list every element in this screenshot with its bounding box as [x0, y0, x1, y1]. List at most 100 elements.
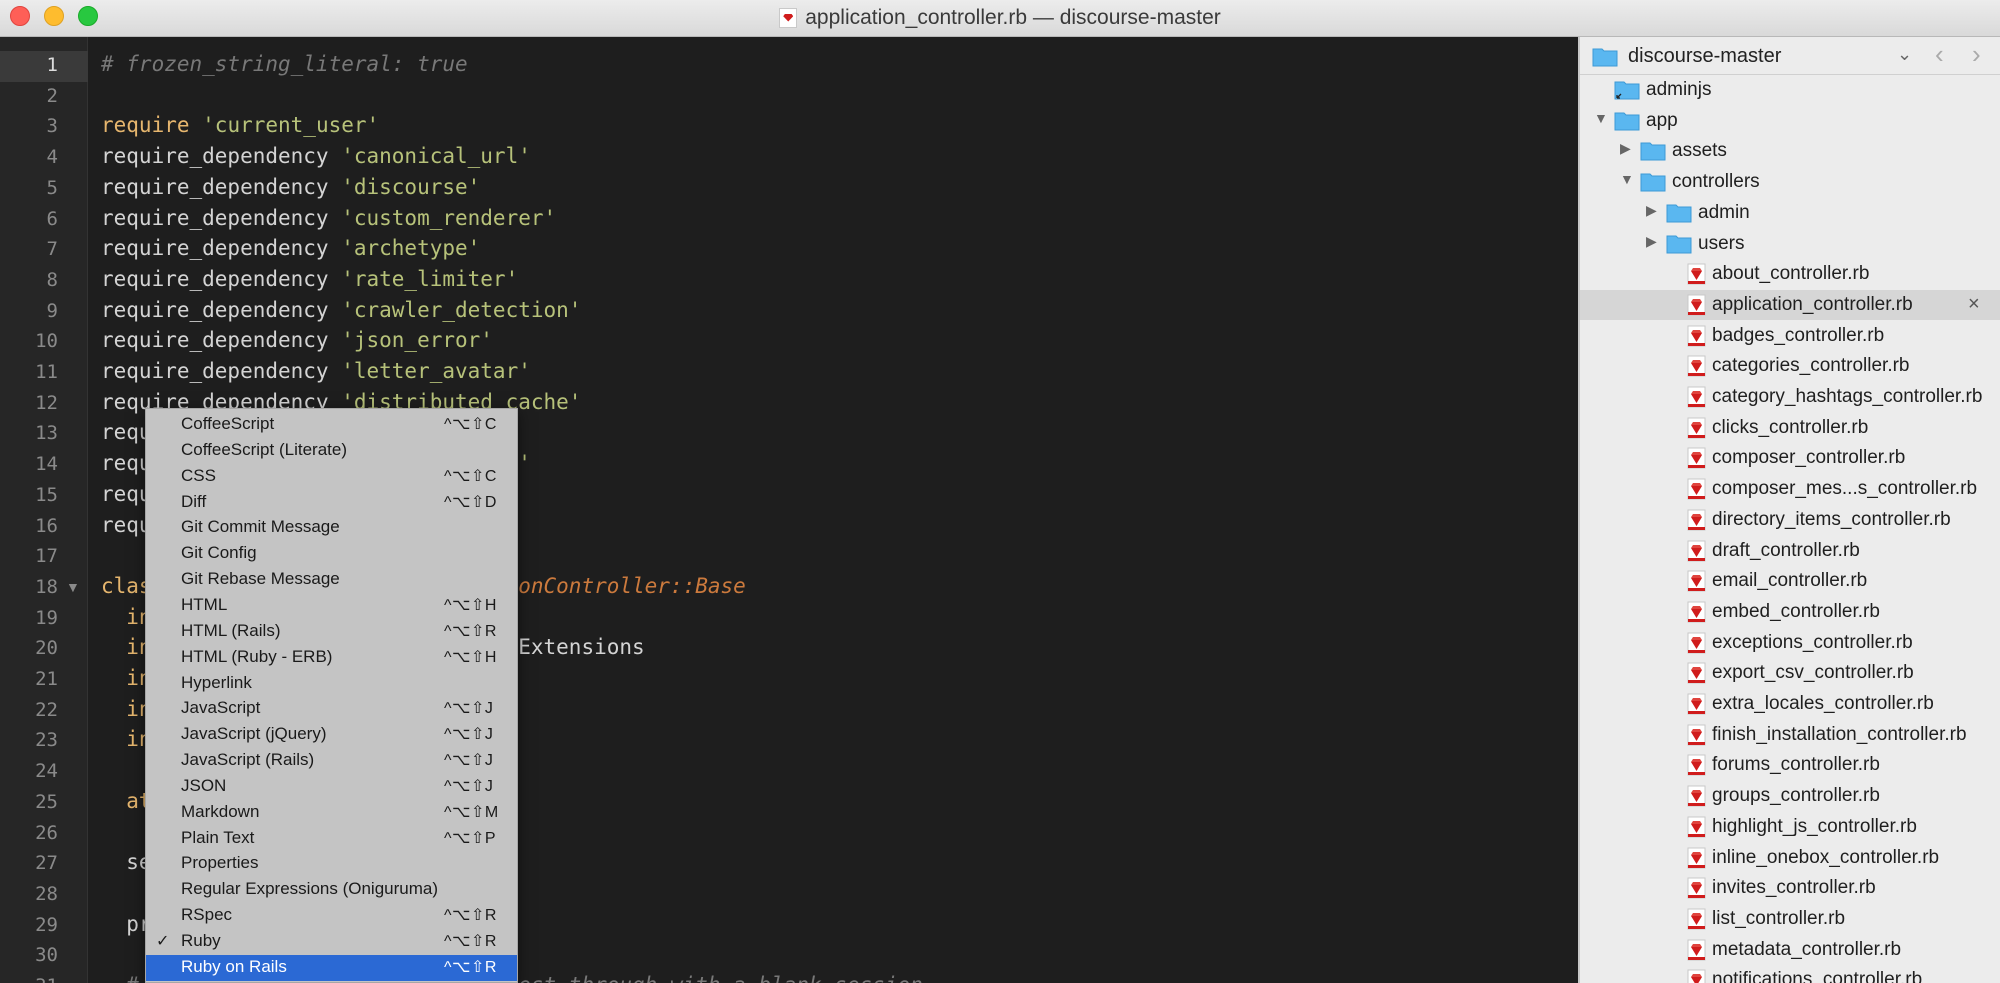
- disclosure-closed-icon[interactable]: ▶: [1620, 140, 1631, 157]
- file-tree-file[interactable]: category_hashtags_controller.rb: [1580, 382, 2000, 412]
- syntax-menu-item[interactable]: Ruby on Rails ^⌥⇧R: [146, 954, 517, 981]
- file-tree-file[interactable]: extra_locales_controller.rb: [1580, 689, 2000, 719]
- file-tree-file[interactable]: highlight_js_controller.rb: [1580, 812, 2000, 842]
- forward-arrow-icon[interactable]: ›: [1972, 39, 1981, 70]
- syntax-menu-item[interactable]: Hyperlink: [146, 671, 517, 697]
- syntax-menu-item[interactable]: CoffeeScript (Literate): [146, 438, 517, 464]
- syntax-menu-item[interactable]: Git Commit Message: [146, 515, 517, 541]
- syntax-menu-item[interactable]: HTML ^⌥⇧H: [146, 593, 517, 619]
- file-tree-label: about_controller.rb: [1712, 263, 1870, 285]
- line-number: 3: [46, 115, 58, 138]
- disclosure-closed-icon[interactable]: ▶: [1646, 202, 1657, 219]
- file-tree-folder[interactable]: ▼ controllers: [1580, 167, 2000, 197]
- code-line[interactable]: require_dependency 'crawler_detection': [101, 298, 581, 322]
- syntax-menu-item[interactable]: CoffeeScript ^⌥⇧C: [146, 412, 517, 438]
- code-line[interactable]: in: [101, 697, 151, 721]
- code-line[interactable]: require_dependency 'canonical_url': [101, 144, 531, 168]
- file-tree-label: assets: [1672, 140, 1727, 162]
- code-line[interactable]: at: [101, 789, 151, 813]
- syntax-menu-item[interactable]: JavaScript ^⌥⇧J: [146, 696, 517, 722]
- file-tree-folder[interactable]: ▶ users: [1580, 229, 2000, 259]
- syntax-menu-item[interactable]: Regular Expressions (Oniguruma): [146, 877, 517, 903]
- file-tree-file[interactable]: exceptions_controller.rb: [1580, 628, 2000, 658]
- file-tree-file[interactable]: export_csv_controller.rb: [1580, 658, 2000, 688]
- file-tree-file[interactable]: about_controller.rb: [1580, 259, 2000, 289]
- file-tree-file[interactable]: inline_onebox_controller.rb: [1580, 843, 2000, 873]
- file-tree-folder[interactable]: ▶ assets: [1580, 136, 2000, 166]
- close-icon[interactable]: ×: [1968, 293, 1980, 316]
- code-token: requ: [101, 420, 152, 445]
- fold-triangle-icon[interactable]: ▼: [66, 579, 80, 595]
- syntax-menu-item[interactable]: JSON ^⌥⇧J: [146, 774, 517, 800]
- code-line[interactable]: require_dependency 'letter_avatar': [101, 359, 531, 383]
- file-tree-file[interactable]: list_controller.rb: [1580, 904, 2000, 934]
- syntax-menu-item[interactable]: Plain Text ^⌥⇧P: [146, 826, 517, 852]
- syntax-menu-item[interactable]: JavaScript (jQuery) ^⌥⇧J: [146, 722, 517, 748]
- file-tree-file[interactable]: directory_items_controller.rb: [1580, 505, 2000, 535]
- disclosure-closed-icon[interactable]: ▶: [1646, 233, 1657, 250]
- code-token: requ: [101, 512, 152, 537]
- syntax-menu-item[interactable]: Git Rebase Message: [146, 567, 517, 593]
- syntax-menu-item[interactable]: Diff ^⌥⇧D: [146, 490, 517, 516]
- syntax-menu-item[interactable]: Markdown ^⌥⇧M: [146, 800, 517, 826]
- code-line[interactable]: require_dependency 'archetype': [101, 236, 480, 260]
- syntax-menu-item-label: Git Commit Message: [181, 517, 340, 537]
- file-tree-file[interactable]: composer_mes...s_controller.rb: [1580, 474, 2000, 504]
- file-tree-file[interactable]: forums_controller.rb: [1580, 750, 2000, 780]
- syntax-menu-item[interactable]: HTML (Ruby - ERB) ^⌥⇧H: [146, 645, 517, 671]
- file-tree-file[interactable]: email_controller.rb: [1580, 566, 2000, 596]
- code-line[interactable]: requ: [101, 513, 152, 537]
- code-line[interactable]: pr: [101, 912, 151, 936]
- file-tree-file[interactable]: composer_controller.rb: [1580, 443, 2000, 473]
- line-number: 7: [46, 238, 58, 261]
- syntax-menu-item[interactable]: RSpec ^⌥⇧R: [146, 903, 517, 929]
- code-line[interactable]: in: [101, 605, 151, 629]
- syntax-menu-item-label: HTML: [181, 594, 228, 614]
- file-tree-file[interactable]: finish_installation_controller.rb: [1580, 720, 2000, 750]
- file-tree-label: highlight_js_controller.rb: [1712, 815, 1917, 837]
- code-line[interactable]: require 'current_user': [101, 113, 379, 137]
- file-tree-folder[interactable]: ▶ admin: [1580, 198, 2000, 228]
- file-tree-file[interactable]: groups_controller.rb: [1580, 781, 2000, 811]
- syntax-menu[interactable]: CoffeeScript ^⌥⇧C CoffeeScript (Literate) C…: [145, 408, 518, 983]
- syntax-menu-item[interactable]: JavaScript (Rails) ^⌥⇧J: [146, 748, 517, 774]
- file-tree-label: draft_controller.rb: [1712, 539, 1860, 561]
- code-line[interactable]: in: [101, 727, 151, 751]
- file-tree-file[interactable]: application_controller.rb ×: [1580, 289, 2000, 320]
- syntax-menu-item[interactable]: CSS ^⌥⇧C: [146, 464, 517, 490]
- file-tree-file[interactable]: embed_controller.rb: [1580, 597, 2000, 627]
- line-number: 19: [35, 606, 58, 629]
- syntax-menu-item[interactable]: Git Config: [146, 541, 517, 567]
- back-arrow-icon[interactable]: ‹: [1935, 39, 1944, 70]
- code-line[interactable]: # frozen_string_literal: true: [101, 52, 468, 76]
- syntax-menu-item[interactable]: HTML (Rails) ^⌥⇧R: [146, 619, 517, 645]
- file-tree-file[interactable]: draft_controller.rb: [1580, 536, 2000, 566]
- file-tree-label: app: [1646, 109, 1678, 131]
- code-token: clas: [101, 573, 152, 598]
- disclosure-open-icon[interactable]: ▼: [1594, 110, 1608, 126]
- disclosure-open-icon[interactable]: ▼: [1620, 171, 1634, 187]
- ruby-file-icon: [1687, 632, 1706, 654]
- file-tree-file[interactable]: metadata_controller.rb: [1580, 935, 2000, 965]
- file-tree-file[interactable]: clicks_controller.rb: [1580, 413, 2000, 443]
- file-tree-file[interactable]: categories_controller.rb: [1580, 351, 2000, 381]
- file-tree-folder[interactable]: adminjs: [1580, 75, 2000, 105]
- file-tree-file[interactable]: notifications_controller.rb: [1580, 965, 2000, 983]
- code-line[interactable]: require_dependency 'rate_limiter': [101, 267, 518, 291]
- file-tree-file[interactable]: invites_controller.rb: [1580, 873, 2000, 903]
- chevron-down-icon[interactable]: ⌄: [1897, 44, 1912, 65]
- line-number: 11: [35, 361, 58, 383]
- code-line[interactable]: require_dependency 'json_error': [101, 328, 493, 352]
- code-line[interactable]: in: [101, 666, 151, 690]
- file-tree-folder[interactable]: ▼ app: [1580, 106, 2000, 136]
- syntax-menu-item[interactable]: ✓ Ruby ^⌥⇧R: [146, 929, 517, 955]
- syntax-menu-item[interactable]: Properties: [146, 851, 517, 877]
- syntax-menu-item-label: HTML (Ruby - ERB): [181, 646, 333, 666]
- code-token: require_dependency: [101, 144, 342, 169]
- code-line[interactable]: require_dependency 'custom_renderer': [101, 206, 556, 230]
- line-number: 15: [35, 483, 58, 506]
- line-number: 23: [35, 729, 58, 752]
- file-tree-file[interactable]: badges_controller.rb: [1580, 321, 2000, 351]
- project-selector[interactable]: discourse-master: [1628, 45, 1781, 68]
- code-line[interactable]: require_dependency 'discourse': [101, 175, 480, 199]
